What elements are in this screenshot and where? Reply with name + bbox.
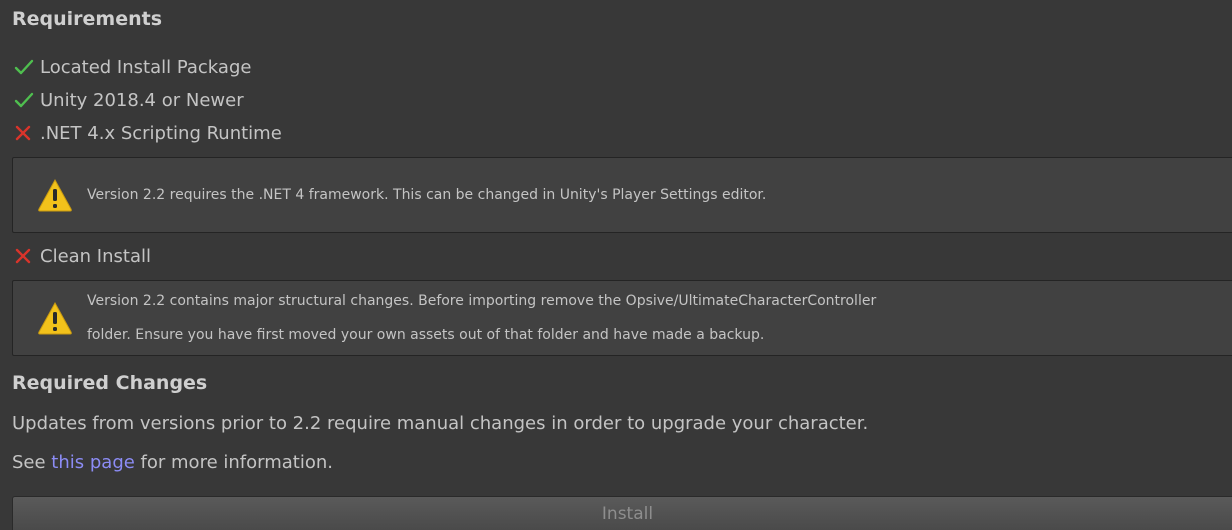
requirement-label: Located Install Package (40, 56, 252, 78)
more-info-line: See this page for more information. (12, 452, 333, 473)
checkmark-icon (14, 56, 38, 78)
requirement-net-runtime: .NET 4.x Scripting Runtime (14, 120, 282, 146)
checkmark-icon (14, 89, 38, 111)
cross-icon (14, 122, 38, 144)
clean-install-warning-helpbox: Version 2.2 contains major structural ch… (12, 280, 1232, 356)
install-button[interactable]: Install (12, 496, 1232, 530)
net-warning-helpbox: Version 2.2 requires the .NET 4 framewor… (12, 157, 1232, 233)
requirement-label: Unity 2018.4 or Newer (40, 89, 244, 111)
clean-install-warning-line: Version 2.2 contains major structural ch… (87, 292, 877, 309)
warning-triangle-icon (38, 301, 72, 335)
required-changes-heading: Required Changes (12, 372, 208, 394)
required-changes-description: Updates from versions prior to 2.2 requi… (12, 413, 869, 434)
net-warning-message: Version 2.2 requires the .NET 4 framewor… (87, 186, 767, 203)
requirement-located-install-package: Located Install Package (14, 54, 251, 80)
requirements-heading: Requirements (12, 8, 163, 30)
clean-install-warning-message: Version 2.2 contains major structural ch… (87, 276, 876, 361)
more-info-suffix: for more information. (134, 452, 333, 473)
cross-icon (14, 245, 38, 267)
requirement-unity-version: Unity 2018.4 or Newer (14, 87, 244, 113)
requirement-clean-install: Clean Install (14, 243, 151, 269)
warning-triangle-icon (38, 178, 72, 212)
clean-install-warning-line: folder. Ensure you have first moved your… (87, 326, 765, 343)
installer-panel: Requirements Located Install Package Uni… (0, 0, 1232, 530)
this-page-link[interactable]: this page (51, 452, 135, 473)
requirement-label: Clean Install (40, 245, 151, 267)
requirement-label: .NET 4.x Scripting Runtime (40, 122, 282, 144)
more-info-prefix: See (12, 452, 52, 473)
